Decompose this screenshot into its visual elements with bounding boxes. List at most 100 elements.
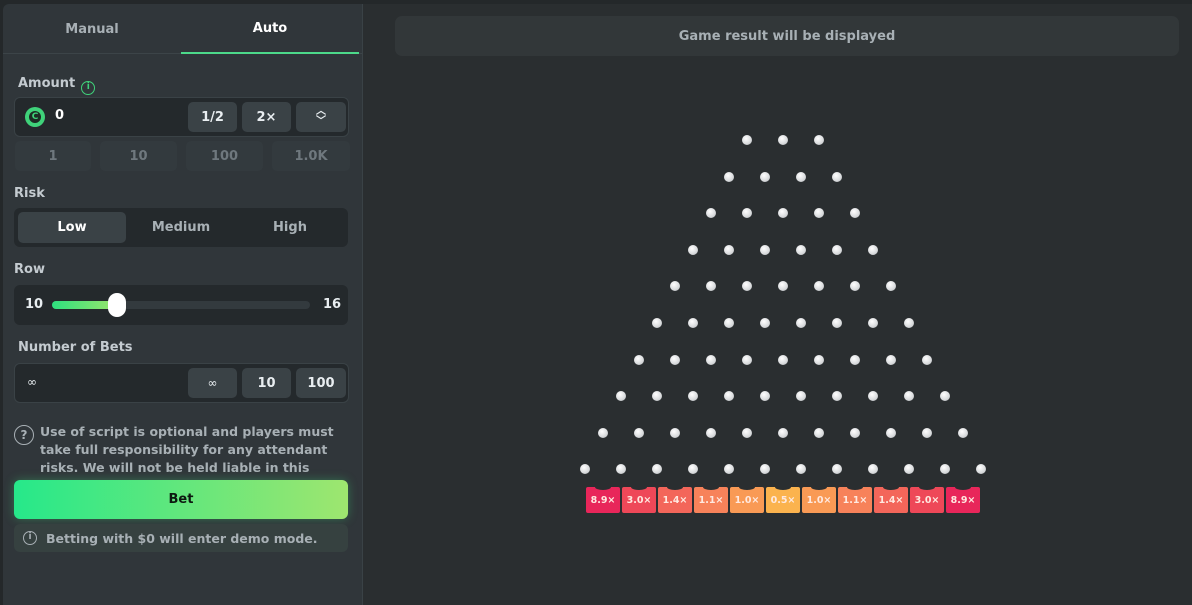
peg	[868, 244, 878, 255]
row-slider[interactable]	[52, 293, 310, 317]
peg	[634, 427, 644, 438]
peg	[886, 427, 896, 438]
demo-text: Betting with $0 will enter demo mode.	[46, 530, 318, 546]
peg	[616, 464, 626, 475]
peg	[760, 391, 770, 402]
bet-button[interactable]: Bet	[14, 480, 348, 519]
peg	[706, 427, 716, 438]
peg	[742, 281, 752, 292]
multiplier-bucket: 1.0×	[730, 484, 764, 513]
peg	[868, 318, 878, 328]
multiplier-bucket: 1.4×	[874, 484, 908, 513]
slider-thumb[interactable]	[107, 293, 126, 317]
peg	[922, 354, 932, 365]
peg	[598, 427, 608, 438]
risk-label: Risk	[14, 186, 45, 201]
bets-10-button[interactable]: 10	[242, 368, 291, 398]
peg	[688, 391, 698, 402]
peg	[850, 354, 860, 365]
peg	[778, 135, 788, 145]
peg	[688, 318, 698, 328]
row-label: Row	[14, 262, 45, 277]
peg	[940, 391, 950, 402]
multiplier-bucket: 8.9×	[946, 484, 980, 513]
peg	[850, 427, 860, 438]
peg	[688, 464, 698, 475]
peg	[796, 171, 806, 182]
risk-medium[interactable]: Medium	[127, 212, 235, 243]
chevron-down-icon: ﹀	[316, 116, 326, 127]
peg	[832, 464, 842, 475]
peg	[760, 318, 770, 328]
tab-auto[interactable]: Auto	[181, 4, 359, 54]
slider-fill	[52, 301, 117, 309]
peg	[742, 208, 752, 219]
game-board: Game result will be displayed 8.9× 3.0× 1.…	[362, 4, 1192, 605]
peg	[760, 244, 770, 255]
multiplier-bucket: 0.5×	[766, 484, 800, 513]
peg	[904, 464, 914, 475]
peg	[706, 208, 716, 219]
demo-notice: i Betting with $0 will enter demo mode.	[14, 524, 348, 552]
bets-value[interactable]: ∞	[27, 375, 37, 389]
stepper-button[interactable]: ︿ ﹀	[296, 102, 346, 132]
peg	[778, 281, 788, 292]
peg	[778, 427, 788, 438]
peg	[832, 391, 842, 402]
peg	[796, 391, 806, 402]
amount-label: Amount	[18, 76, 76, 91]
peg	[832, 318, 842, 328]
peg	[886, 354, 896, 365]
quick-amount-1[interactable]: 1	[15, 141, 91, 171]
peg	[796, 318, 806, 328]
peg	[706, 281, 716, 292]
bets-100-button[interactable]: 100	[296, 368, 346, 398]
peg	[724, 318, 734, 328]
info-icon[interactable]: i	[81, 81, 96, 95]
multiplier-bucket: 3.0×	[910, 484, 944, 513]
risk-high[interactable]: High	[236, 212, 344, 243]
peg	[814, 208, 824, 219]
half-button[interactable]: 1/2	[188, 102, 237, 132]
amount-input[interactable]: C 0 1/2 2× ︿ ﹀	[14, 97, 349, 137]
tab-manual[interactable]: Manual	[3, 4, 181, 54]
bets-infinite-button[interactable]: ∞	[188, 368, 237, 398]
peg	[760, 171, 770, 182]
peg	[580, 464, 590, 475]
quick-amount-10[interactable]: 10	[100, 141, 177, 171]
peg	[724, 171, 734, 182]
double-button[interactable]: 2×	[242, 102, 291, 132]
peg	[814, 135, 824, 145]
peg	[634, 354, 644, 365]
bets-input[interactable]: ∞ ∞ 10 100	[14, 363, 349, 403]
peg	[688, 244, 698, 255]
peg	[796, 244, 806, 255]
plinko-app: Manual Auto Amount i C 0 1/2 2× ︿ ﹀ 1 10 …	[0, 0, 1192, 605]
risk-selector: Low Medium High	[14, 208, 348, 247]
peg	[670, 427, 680, 438]
peg	[742, 427, 752, 438]
peg	[706, 354, 716, 365]
quick-amount-100[interactable]: 100	[186, 141, 263, 171]
amount-value[interactable]: 0	[55, 108, 64, 123]
quick-amount-1k[interactable]: 1.0K	[272, 141, 350, 171]
peg	[652, 318, 662, 328]
row-slider-box: 10 16	[14, 285, 348, 325]
peg	[886, 281, 896, 292]
info-icon: i	[23, 531, 37, 545]
multiplier-bucket: 3.0×	[622, 484, 656, 513]
peg	[670, 281, 680, 292]
peg	[868, 391, 878, 402]
result-bar: Game result will be displayed	[395, 16, 1179, 56]
peg	[652, 464, 662, 475]
peg	[616, 391, 626, 402]
peg	[742, 135, 752, 145]
peg	[832, 171, 842, 182]
amount-label-row: Amount i	[18, 76, 96, 95]
peg	[814, 281, 824, 292]
peg	[652, 391, 662, 402]
risk-low[interactable]: Low	[18, 212, 126, 243]
row-min: 10	[25, 297, 44, 312]
peg	[814, 427, 824, 438]
help-icon: ?	[14, 425, 34, 445]
